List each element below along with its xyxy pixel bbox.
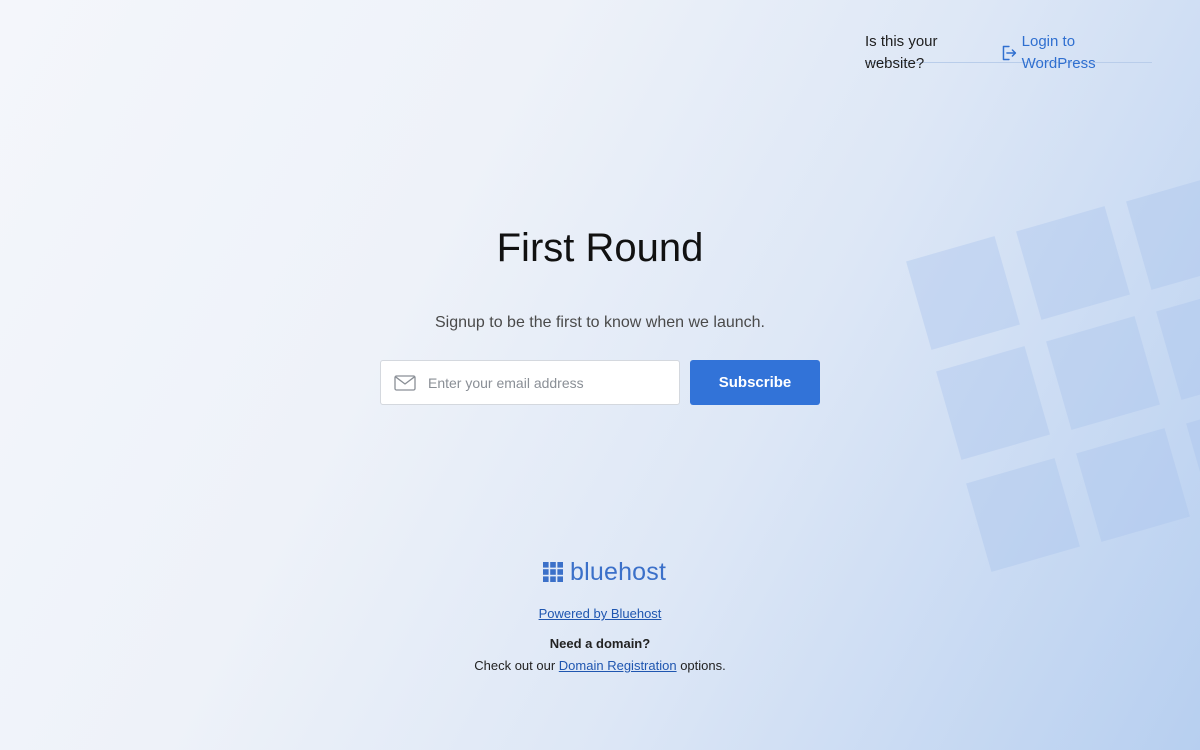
need-domain-heading: Need a domain?: [549, 636, 651, 651]
website-owner-bar: Is this your website? Login to WordPress: [865, 31, 1152, 72]
check-prefix: Check out our: [474, 658, 556, 673]
mail-icon: [394, 374, 416, 391]
bluehost-logo: bluehost: [543, 557, 666, 587]
subscribe-form: Subscribe: [380, 360, 820, 405]
domain-registration-link[interactable]: Domain Registration: [559, 658, 677, 673]
check-suffix: options.: [680, 658, 726, 673]
email-field-container[interactable]: [380, 360, 680, 405]
subscribe-button[interactable]: Subscribe: [690, 360, 820, 405]
domain-registration-note: Check out our Domain Registration option…: [0, 658, 1200, 674]
login-icon: [1002, 45, 1016, 61]
grid-logo-icon: [543, 562, 563, 582]
login-wordpress-label: Login to WordPress: [1021, 33, 1096, 72]
page-title: First Round: [496, 226, 704, 270]
website-question: Is this your website?: [865, 33, 938, 72]
powered-by-link[interactable]: Powered by Bluehost: [539, 606, 662, 621]
email-input[interactable]: [428, 374, 668, 391]
brand-wordmark: bluehost: [570, 558, 667, 586]
powered-by: Powered by Bluehost: [0, 606, 1200, 622]
login-wordpress-link[interactable]: Login to WordPress: [1000, 31, 1152, 75]
page-subtitle: Signup to be the first to know when we l…: [435, 314, 765, 331]
